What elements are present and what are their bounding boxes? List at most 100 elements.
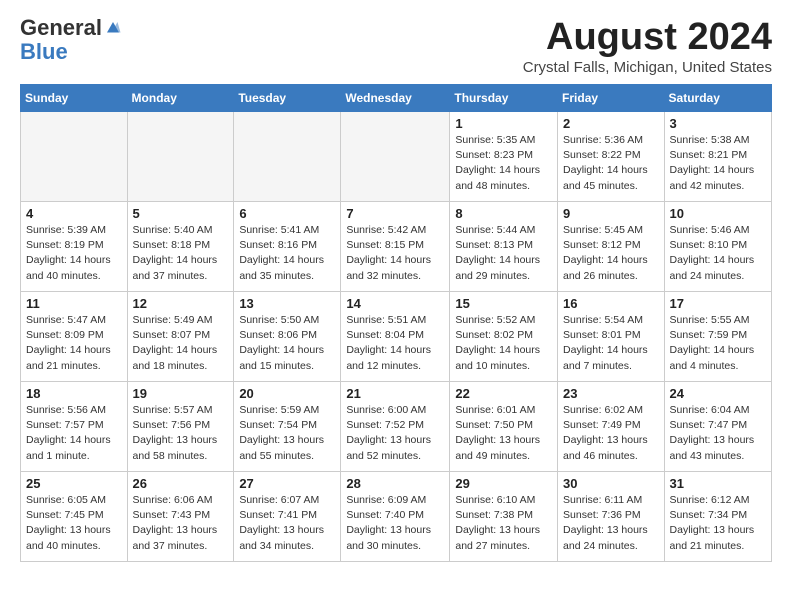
calendar-table: SundayMondayTuesdayWednesdayThursdayFrid… — [20, 84, 772, 562]
day-info: Sunrise: 5:36 AMSunset: 8:22 PMDaylight:… — [563, 133, 659, 194]
calendar-cell: 24 Sunrise: 6:04 AMSunset: 7:47 PMDayligh… — [664, 382, 771, 472]
day-info: Sunrise: 5:59 AMSunset: 7:54 PMDaylight:… — [239, 403, 335, 464]
header-row: SundayMondayTuesdayWednesdayThursdayFrid… — [21, 85, 772, 112]
header-cell-monday: Monday — [127, 85, 234, 112]
calendar-cell: 14 Sunrise: 5:51 AMSunset: 8:04 PMDayligh… — [341, 292, 450, 382]
calendar-cell: 5 Sunrise: 5:40 AMSunset: 8:18 PMDaylight… — [127, 202, 234, 292]
calendar-header: SundayMondayTuesdayWednesdayThursdayFrid… — [21, 85, 772, 112]
day-info: Sunrise: 6:00 AMSunset: 7:52 PMDaylight:… — [346, 403, 444, 464]
day-info: Sunrise: 6:07 AMSunset: 7:41 PMDaylight:… — [239, 493, 335, 554]
day-number: 16 — [563, 296, 659, 311]
calendar-cell — [341, 112, 450, 202]
day-number: 20 — [239, 386, 335, 401]
day-number: 17 — [670, 296, 766, 311]
calendar-cell: 13 Sunrise: 5:50 AMSunset: 8:06 PMDayligh… — [234, 292, 341, 382]
logo-icon — [104, 19, 122, 37]
calendar-cell — [234, 112, 341, 202]
day-number: 23 — [563, 386, 659, 401]
day-info: Sunrise: 5:38 AMSunset: 8:21 PMDaylight:… — [670, 133, 766, 194]
day-info: Sunrise: 5:57 AMSunset: 7:56 PMDaylight:… — [133, 403, 229, 464]
logo-blue-text: Blue — [20, 40, 68, 64]
day-info: Sunrise: 6:05 AMSunset: 7:45 PMDaylight:… — [26, 493, 122, 554]
day-info: Sunrise: 6:11 AMSunset: 7:36 PMDaylight:… — [563, 493, 659, 554]
day-number: 30 — [563, 476, 659, 491]
calendar-cell: 9 Sunrise: 5:45 AMSunset: 8:12 PMDaylight… — [558, 202, 665, 292]
day-number: 15 — [455, 296, 552, 311]
title-area: August 2024 Crystal Falls, Michigan, Uni… — [523, 16, 772, 76]
month-title: August 2024 — [523, 16, 772, 59]
calendar-cell: 6Sunrise: 5:41 AMSunset: 8:16 PMDaylight… — [234, 202, 341, 292]
calendar-cell: 3 Sunrise: 5:38 AMSunset: 8:21 PMDaylight… — [664, 112, 771, 202]
calendar-cell — [127, 112, 234, 202]
day-info: Sunrise: 5:40 AMSunset: 8:18 PMDaylight:… — [133, 223, 229, 284]
day-info: Sunrise: 5:56 AMSunset: 7:57 PMDaylight:… — [26, 403, 122, 464]
day-number: 19 — [133, 386, 229, 401]
day-number: 8 — [455, 206, 552, 221]
week-row-5: 25Sunrise: 6:05 AMSunset: 7:45 PMDayligh… — [21, 472, 772, 562]
day-number: 7 — [346, 206, 444, 221]
calendar-cell: 29Sunrise: 6:10 AMSunset: 7:38 PMDayligh… — [450, 472, 558, 562]
day-info: Sunrise: 6:09 AMSunset: 7:40 PMDaylight:… — [346, 493, 444, 554]
day-number: 27 — [239, 476, 335, 491]
week-row-1: 1Sunrise: 5:35 AMSunset: 8:23 PMDaylight… — [21, 112, 772, 202]
calendar-cell: 30 Sunrise: 6:11 AMSunset: 7:36 PMDayligh… — [558, 472, 665, 562]
day-info: Sunrise: 5:54 AMSunset: 8:01 PMDaylight:… — [563, 313, 659, 374]
calendar-body: 1Sunrise: 5:35 AMSunset: 8:23 PMDaylight… — [21, 112, 772, 562]
day-info: Sunrise: 5:39 AMSunset: 8:19 PMDaylight:… — [26, 223, 122, 284]
day-number: 12 — [133, 296, 229, 311]
day-number: 31 — [670, 476, 766, 491]
calendar-cell: 19 Sunrise: 5:57 AMSunset: 7:56 PMDayligh… — [127, 382, 234, 472]
day-number: 2 — [563, 116, 659, 131]
calendar-cell: 23 Sunrise: 6:02 AMSunset: 7:49 PMDayligh… — [558, 382, 665, 472]
header-cell-saturday: Saturday — [664, 85, 771, 112]
day-number: 13 — [239, 296, 335, 311]
day-number: 14 — [346, 296, 444, 311]
day-number: 26 — [133, 476, 229, 491]
day-info: Sunrise: 5:52 AMSunset: 8:02 PMDaylight:… — [455, 313, 552, 374]
calendar-cell: 10 Sunrise: 5:46 AMSunset: 8:10 PMDayligh… — [664, 202, 771, 292]
day-info: Sunrise: 5:42 AMSunset: 8:15 PMDaylight:… — [346, 223, 444, 284]
week-row-2: 4 Sunrise: 5:39 AMSunset: 8:19 PMDaylight… — [21, 202, 772, 292]
calendar-cell: 8 Sunrise: 5:44 AMSunset: 8:13 PMDaylight… — [450, 202, 558, 292]
calendar-cell: 25Sunrise: 6:05 AMSunset: 7:45 PMDayligh… — [21, 472, 128, 562]
day-info: Sunrise: 6:02 AMSunset: 7:49 PMDaylight:… — [563, 403, 659, 464]
day-info: Sunrise: 6:04 AMSunset: 7:47 PMDaylight:… — [670, 403, 766, 464]
calendar-cell: 21Sunrise: 6:00 AMSunset: 7:52 PMDayligh… — [341, 382, 450, 472]
week-row-4: 18Sunrise: 5:56 AMSunset: 7:57 PMDayligh… — [21, 382, 772, 472]
day-number: 22 — [455, 386, 552, 401]
day-number: 24 — [670, 386, 766, 401]
day-number: 4 — [26, 206, 122, 221]
day-info: Sunrise: 5:46 AMSunset: 8:10 PMDaylight:… — [670, 223, 766, 284]
calendar-cell: 27 Sunrise: 6:07 AMSunset: 7:41 PMDayligh… — [234, 472, 341, 562]
calendar-cell: 20 Sunrise: 5:59 AMSunset: 7:54 PMDayligh… — [234, 382, 341, 472]
day-info: Sunrise: 6:12 AMSunset: 7:34 PMDaylight:… — [670, 493, 766, 554]
logo: General Blue — [20, 16, 122, 64]
day-info: Sunrise: 5:50 AMSunset: 8:06 PMDaylight:… — [239, 313, 335, 374]
day-info: Sunrise: 5:45 AMSunset: 8:12 PMDaylight:… — [563, 223, 659, 284]
day-number: 3 — [670, 116, 766, 131]
header-cell-sunday: Sunday — [21, 85, 128, 112]
calendar-cell: 1Sunrise: 5:35 AMSunset: 8:23 PMDaylight… — [450, 112, 558, 202]
day-info: Sunrise: 5:44 AMSunset: 8:13 PMDaylight:… — [455, 223, 552, 284]
day-info: Sunrise: 6:01 AMSunset: 7:50 PMDaylight:… — [455, 403, 552, 464]
day-number: 29 — [455, 476, 552, 491]
day-info: Sunrise: 5:51 AMSunset: 8:04 PMDaylight:… — [346, 313, 444, 374]
calendar-cell: 12Sunrise: 5:49 AMSunset: 8:07 PMDayligh… — [127, 292, 234, 382]
calendar-cell: 11 Sunrise: 5:47 AMSunset: 8:09 PMDayligh… — [21, 292, 128, 382]
header-cell-tuesday: Tuesday — [234, 85, 341, 112]
day-number: 6 — [239, 206, 335, 221]
week-row-3: 11 Sunrise: 5:47 AMSunset: 8:09 PMDayligh… — [21, 292, 772, 382]
calendar-cell: 22 Sunrise: 6:01 AMSunset: 7:50 PMDayligh… — [450, 382, 558, 472]
calendar-cell: 17Sunrise: 5:55 AMSunset: 7:59 PMDayligh… — [664, 292, 771, 382]
calendar-cell — [21, 112, 128, 202]
calendar-cell: 31 Sunrise: 6:12 AMSunset: 7:34 PMDayligh… — [664, 472, 771, 562]
logo-general-text: General — [20, 16, 102, 40]
day-number: 11 — [26, 296, 122, 311]
day-number: 5 — [133, 206, 229, 221]
day-info: Sunrise: 5:47 AMSunset: 8:09 PMDaylight:… — [26, 313, 122, 374]
calendar-cell: 7 Sunrise: 5:42 AMSunset: 8:15 PMDaylight… — [341, 202, 450, 292]
calendar-cell: 15 Sunrise: 5:52 AMSunset: 8:02 PMDayligh… — [450, 292, 558, 382]
calendar-cell: 16 Sunrise: 5:54 AMSunset: 8:01 PMDayligh… — [558, 292, 665, 382]
day-number: 10 — [670, 206, 766, 221]
day-number: 9 — [563, 206, 659, 221]
